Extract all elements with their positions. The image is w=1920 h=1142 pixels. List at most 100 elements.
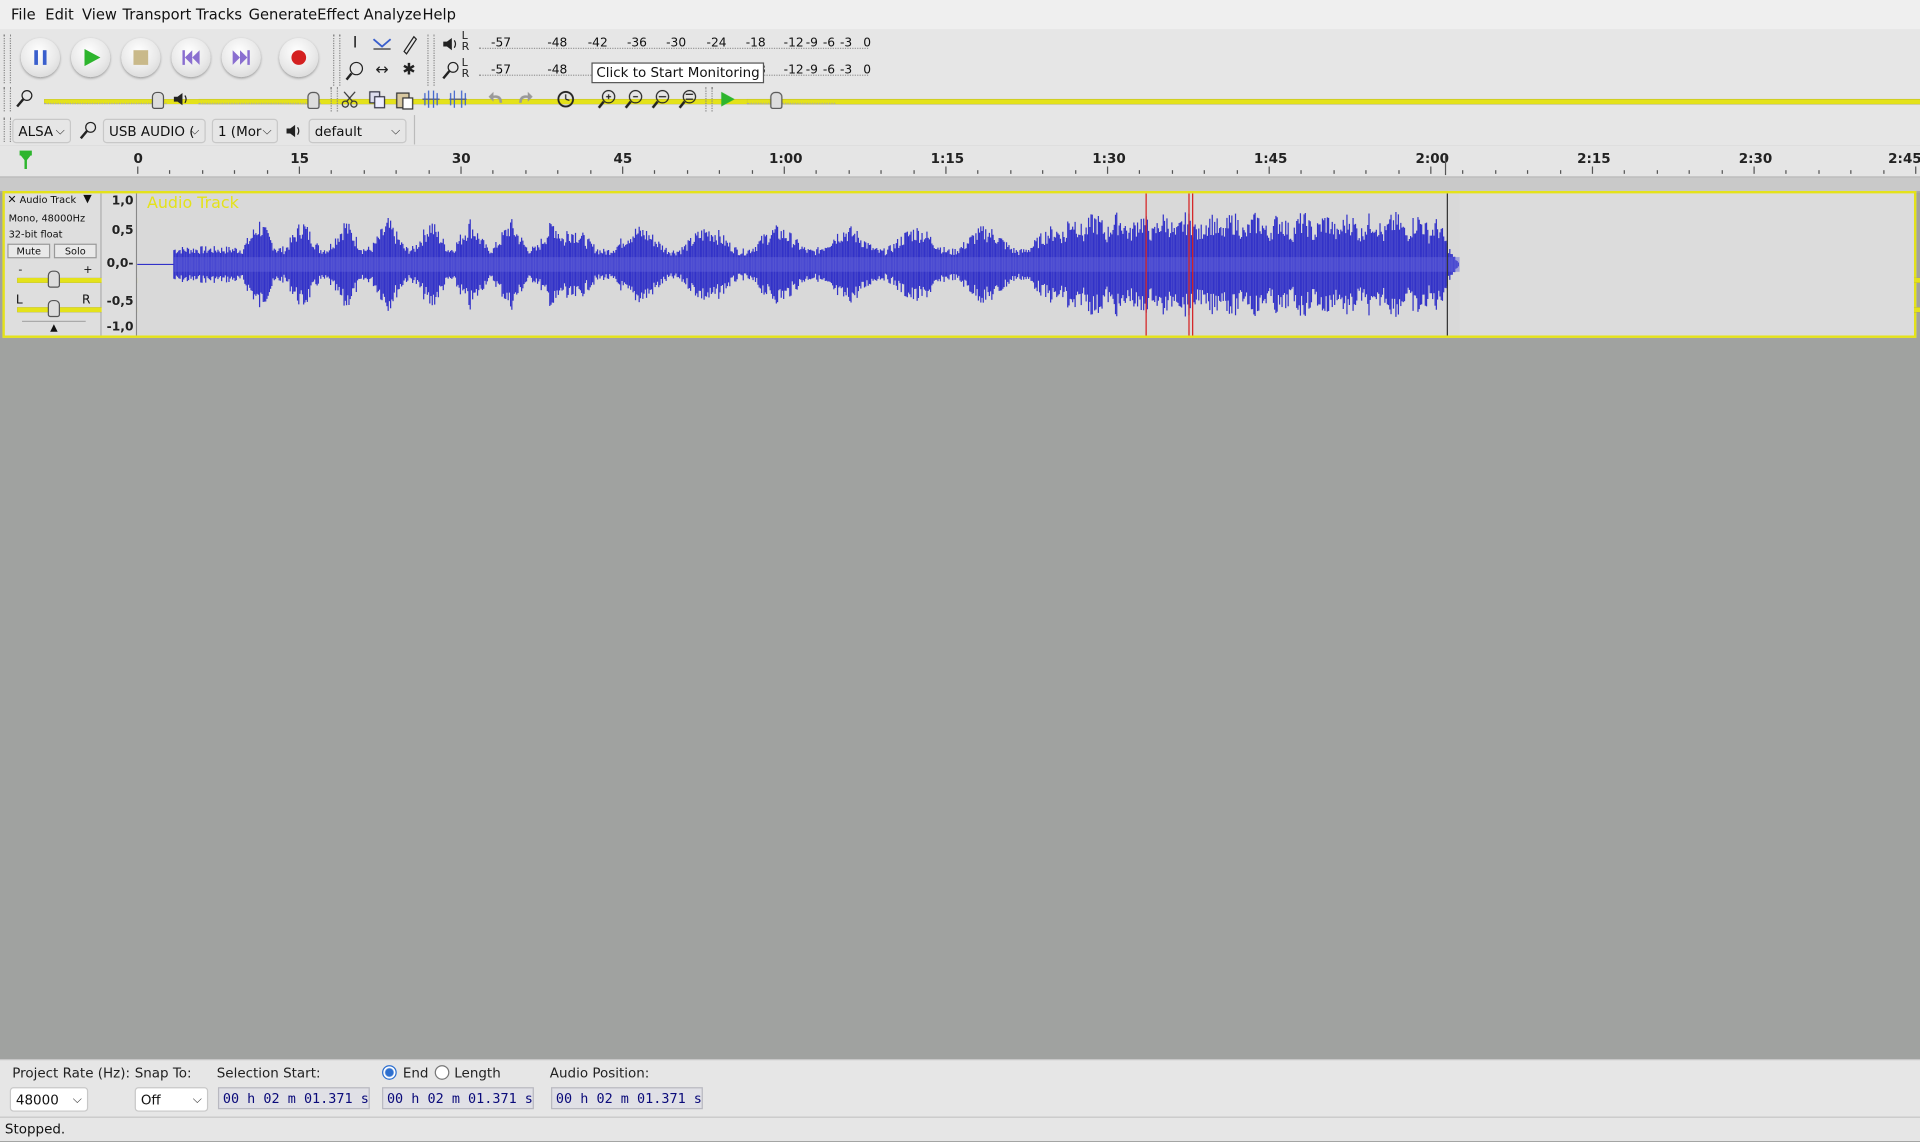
selection-start-field[interactable]: 00 h 02 m 01.371 s (217, 1087, 370, 1110)
amplitude-label: -0,5 (106, 295, 134, 309)
selection-end-field[interactable]: 00 h 02 m 01.371 s (382, 1087, 534, 1110)
silence-audio-icon[interactable] (446, 87, 470, 111)
ruler-cursor-marker (1444, 155, 1447, 176)
length-radio[interactable] (434, 1065, 450, 1080)
ruler-tick (1883, 170, 1885, 174)
snap-to-select[interactable]: Off ⌵ (134, 1087, 209, 1112)
ruler-tick (1365, 170, 1367, 174)
ruler-tick (653, 170, 656, 174)
menu-view[interactable]: View (82, 6, 117, 23)
pause-button[interactable] (20, 37, 61, 78)
sync-lock-icon[interactable] (553, 87, 577, 111)
menu-effect[interactable]: Effect (317, 6, 359, 23)
status-bar: Stopped. (0, 1116, 1920, 1142)
menu-analyze[interactable]: Analyze (364, 6, 422, 23)
audio-position-field[interactable]: 00 h 02 m 01.371 s (551, 1087, 703, 1110)
toolbar-grip[interactable] (705, 86, 713, 112)
ruler-label: 15 (290, 150, 309, 167)
zoom-in-icon[interactable] (595, 87, 619, 111)
ruler-tick (751, 170, 754, 174)
toolbar-grip[interactable] (3, 86, 12, 112)
waveform-area[interactable]: Audio Track (137, 193, 1914, 336)
zoom-tool-icon[interactable] (343, 59, 367, 83)
menu-help[interactable]: Help (422, 6, 456, 23)
ruler-tick (1818, 170, 1820, 174)
recording-channels-select[interactable]: 1 (Mor ⌵ (211, 118, 278, 144)
envelope-tool-icon[interactable] (370, 32, 394, 56)
collapse-track-icon[interactable]: ▲ (22, 320, 86, 334)
chevron-down-icon: ⌵ (192, 1093, 203, 1107)
pan-slider[interactable] (17, 299, 1920, 318)
solo-button[interactable]: Solo (53, 243, 97, 259)
record-button[interactable] (279, 37, 319, 78)
waveform-samples (137, 212, 1460, 317)
track-name-button[interactable]: Audio Track (20, 195, 77, 206)
speaker-device-icon (282, 119, 306, 143)
gain-slider[interactable] (17, 269, 1920, 288)
microphone-meter-icon[interactable] (438, 59, 462, 83)
pin-playhead-icon[interactable] (17, 149, 34, 176)
skip-to-start-button[interactable] (171, 37, 211, 78)
timeline-ruler[interactable]: 0 15 30 45 1:00 1:15 1:30 1:45 2:00 2:15… (0, 145, 1920, 178)
playback-volume-slider[interactable] (198, 91, 1920, 109)
record-icon (291, 50, 307, 65)
play-icon (84, 48, 101, 67)
play-speed-slider[interactable] (746, 91, 1920, 109)
menu-edit[interactable]: Edit (45, 6, 73, 23)
copy-icon[interactable] (365, 87, 389, 111)
track-bit-depth: 32-bit float (8, 228, 63, 240)
ruler-tick (266, 170, 269, 174)
menu-tracks[interactable]: Tracks (196, 6, 242, 23)
waveform-rms-band (173, 257, 1460, 272)
mute-button[interactable]: Mute (7, 243, 51, 259)
selection-tool-icon[interactable]: I (343, 32, 367, 56)
recording-volume-slider[interactable] (44, 91, 1920, 109)
playback-meter[interactable]: L R -57 -48 -42 -36 -30 -24 -18 -12 -9 -… (461, 31, 876, 57)
menu-file[interactable]: File (11, 6, 36, 23)
ruler-tick (1560, 170, 1562, 174)
play-at-speed-icon[interactable] (715, 87, 739, 111)
toolbar-grip[interactable] (3, 34, 12, 84)
menu-generate[interactable]: Generate (249, 6, 318, 23)
audio-track[interactable]: ✕ Audio Track ▼ Mono, 48000Hz 32-bit flo… (2, 190, 1920, 338)
ruler-tick (363, 170, 365, 174)
chevron-down-icon: ⌵ (190, 124, 200, 139)
project-rate-select[interactable]: 48000 ⌵ (9, 1087, 89, 1112)
ruler-tick (913, 170, 915, 174)
fit-project-icon[interactable] (676, 87, 700, 111)
ruler-tick (590, 170, 592, 174)
toolbar-grip[interactable] (427, 34, 435, 86)
audacity-window: File Edit View Transport Tracks Generate… (0, 0, 1920, 1142)
trim-audio-icon[interactable] (419, 87, 443, 111)
play-button[interactable] (71, 37, 111, 78)
zoom-out-icon[interactable] (622, 87, 646, 111)
playback-device-value: default (314, 123, 363, 140)
multi-tool-icon[interactable]: ✱ (397, 59, 421, 83)
recording-device-select[interactable]: USB AUDIO (⌵ (102, 118, 206, 144)
close-track-icon[interactable]: ✕ (7, 195, 16, 207)
toolbar-grip[interactable] (3, 117, 12, 143)
fit-selection-icon[interactable] (649, 87, 673, 111)
skip-to-end-button[interactable] (221, 37, 261, 78)
menu-transport[interactable]: Transport (122, 6, 191, 23)
toolbar-grip[interactable] (330, 86, 338, 112)
ruler-tick (686, 170, 689, 174)
speaker-meter-icon[interactable] (438, 32, 462, 56)
ruler-tick (1300, 170, 1302, 174)
track-menu-chevron-icon[interactable]: ▼ (83, 193, 91, 205)
waveform (137, 193, 1914, 336)
undo-icon[interactable] (485, 87, 509, 111)
draw-tool-icon[interactable] (397, 32, 421, 56)
time-shift-tool-icon[interactable]: ↔ (370, 59, 394, 83)
redo-icon[interactable] (512, 87, 536, 111)
end-radio[interactable] (382, 1065, 397, 1080)
ruler-tick (880, 170, 882, 174)
stop-button[interactable] (121, 37, 161, 78)
cut-icon[interactable] (338, 87, 362, 111)
audio-host-select[interactable]: ALSA ⌵ (12, 118, 72, 144)
recording-volume-icon (12, 87, 36, 111)
paste-icon[interactable] (392, 87, 416, 111)
ruler-tick (815, 170, 817, 174)
toolbar-grip[interactable] (333, 34, 341, 86)
playback-device-select[interactable]: default ⌵ (308, 118, 407, 144)
